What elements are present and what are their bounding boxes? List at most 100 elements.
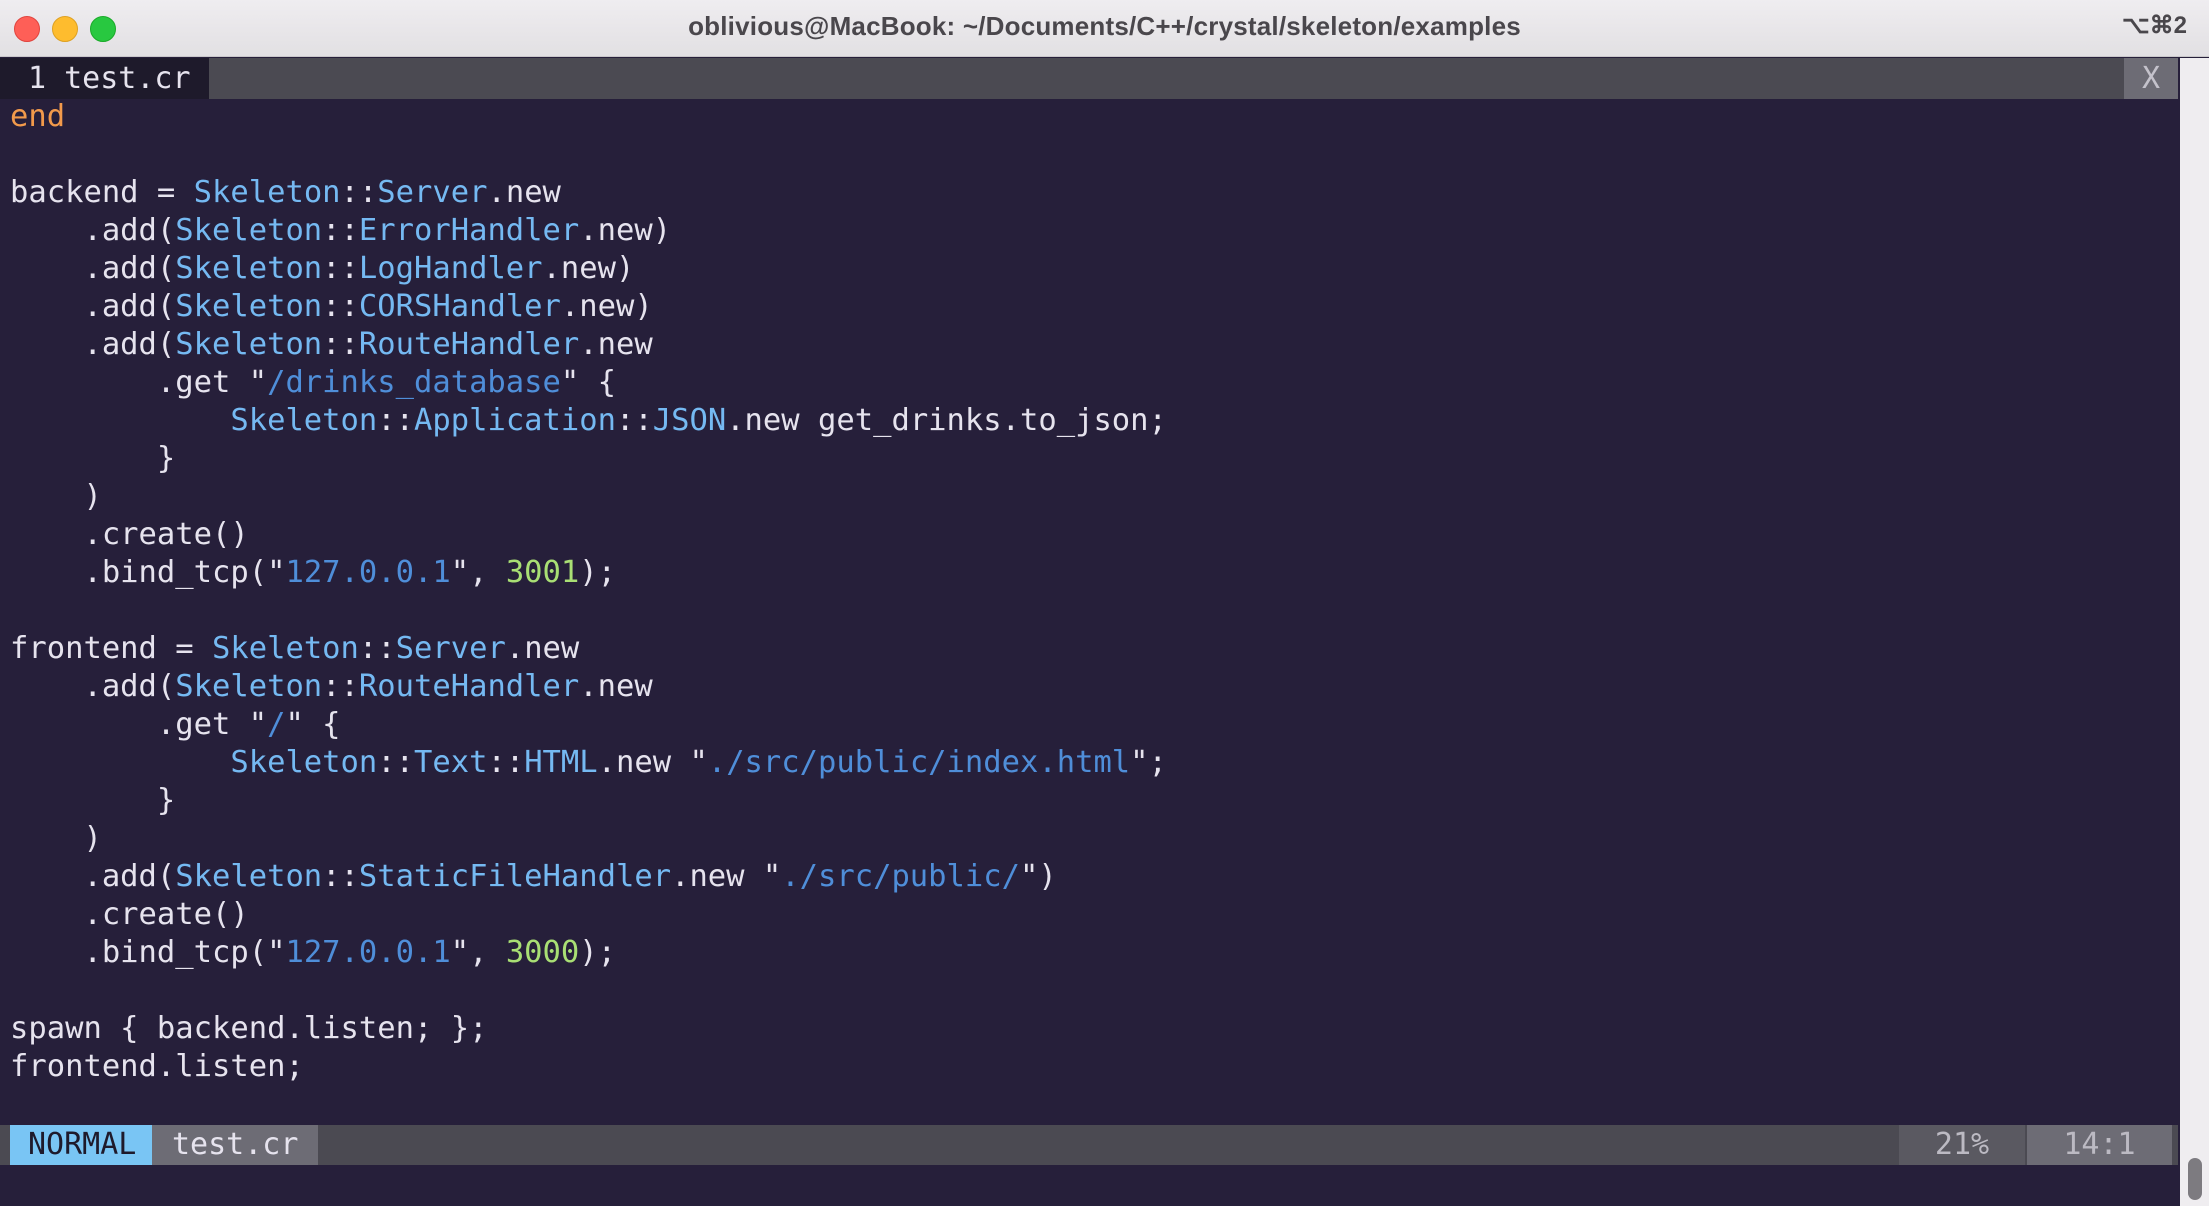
code-line: ) (10, 478, 2170, 516)
code-token: .new) (579, 213, 672, 248)
tab-test-cr[interactable]: 1 test.cr (0, 58, 209, 99)
window-title: oblivious@MacBook: ~/Documents/C++/cryst… (688, 11, 1521, 41)
code-line: Skeleton::Application::JSON.new get_drin… (10, 402, 2170, 440)
code-token: /drinks_database (267, 365, 561, 400)
terminal-window: oblivious@MacBook: ~/Documents/C++/cryst… (0, 0, 2209, 1206)
code-line: .get "/" { (10, 706, 2170, 744)
code-line: .get "/drinks_database" { (10, 364, 2170, 402)
code-token: 3001 (505, 555, 580, 590)
code-token: "; (1130, 745, 1167, 780)
code-token: Text (414, 745, 488, 780)
code-token: backend = (10, 175, 194, 210)
scroll-percent: 21% (1899, 1125, 2025, 1165)
code-editor[interactable]: end backend = Skeleton::Server.new .add(S… (10, 98, 2170, 1118)
code-token: ) (10, 821, 102, 856)
vim-statusline: NORMAL test.cr 21% 14:1 (0, 1125, 2178, 1165)
code-token: :: (358, 631, 396, 666)
code-token: ", (450, 555, 506, 590)
code-token: .new) (542, 251, 635, 286)
scrollbar-track[interactable] (2180, 58, 2209, 1206)
code-token: Skeleton (193, 175, 341, 210)
code-token: .new get_drinks.to_json; (726, 403, 1167, 438)
code-token: .new " (597, 745, 708, 780)
code-token: Skeleton (175, 289, 323, 324)
code-token: Skeleton (230, 745, 378, 780)
code-token: .get " (10, 707, 268, 742)
code-token: .add( (10, 213, 176, 248)
code-token: ) (10, 479, 102, 514)
title-bar[interactable]: oblivious@MacBook: ~/Documents/C++/cryst… (0, 0, 2209, 57)
code-line: } (10, 440, 2170, 478)
code-token: Skeleton (175, 213, 323, 248)
code-token: :: (322, 213, 359, 248)
code-token: 3000 (505, 935, 580, 970)
code-token: .add( (10, 289, 176, 324)
code-token: ", (450, 935, 506, 970)
code-token: Skeleton (175, 251, 323, 286)
scrollbar-thumb[interactable] (2188, 1158, 2202, 1200)
code-token: Server (395, 631, 506, 666)
code-line: .add(Skeleton::RouteHandler.new (10, 668, 2170, 706)
code-token: .add( (10, 669, 176, 704)
code-token: .create() (10, 897, 249, 932)
status-filename: test.cr (152, 1125, 319, 1165)
code-token: :: (322, 669, 359, 704)
code-line: .add(Skeleton::StaticFileHandler.new "./… (10, 858, 2170, 896)
code-line: frontend = Skeleton::Server.new (10, 630, 2170, 668)
code-token: :: (377, 403, 414, 438)
code-token: .bind_tcp(" (10, 935, 286, 970)
mode-indicator: NORMAL (10, 1125, 155, 1165)
code-token: :: (377, 745, 414, 780)
code-token: .add( (10, 859, 176, 894)
code-token: :: (322, 327, 359, 362)
code-token: .new) (560, 289, 653, 324)
code-token: :: (487, 745, 525, 780)
code-token: .new (487, 175, 561, 210)
code-token: StaticFileHandler (358, 859, 672, 894)
code-token: .add( (10, 251, 176, 286)
cursor-position: 14:1 (2027, 1125, 2172, 1165)
code-token: " { (560, 365, 616, 400)
code-token: Skeleton (230, 403, 378, 438)
code-token: Skeleton (212, 631, 359, 666)
code-token: .create() (10, 517, 249, 552)
code-line: frontend.listen; (10, 1048, 2170, 1086)
code-token: 127.0.0.1 (285, 555, 451, 590)
code-token: ErrorHandler (358, 213, 580, 248)
code-token: JSON (652, 403, 727, 438)
code-token: LogHandler (358, 251, 543, 286)
code-token: 127.0.0.1 (285, 935, 451, 970)
code-line: .add(Skeleton::CORSHandler.new) (10, 288, 2170, 326)
code-line: Skeleton::Text::HTML.new "./src/public/i… (10, 744, 2170, 782)
code-token: .new (579, 669, 653, 704)
code-line: .add(Skeleton::ErrorHandler.new) (10, 212, 2170, 250)
tab-close-button[interactable]: X (2124, 58, 2178, 99)
code-token: Skeleton (175, 859, 323, 894)
code-token: :: (616, 403, 653, 438)
code-token: :: (322, 859, 359, 894)
code-token: ); (579, 935, 616, 970)
code-token: Skeleton (175, 327, 323, 362)
code-line: } (10, 782, 2170, 820)
code-token: / (267, 707, 286, 742)
code-token: frontend = (10, 631, 212, 666)
code-token: ); (579, 555, 616, 590)
code-token: .bind_tcp(" (10, 555, 286, 590)
code-line: .bind_tcp("127.0.0.1", 3001); (10, 554, 2170, 592)
code-line: .add(Skeleton::RouteHandler.new (10, 326, 2170, 364)
code-token: .new (505, 631, 580, 666)
code-line: spawn { backend.listen; }; (10, 1010, 2170, 1048)
code-line: backend = Skeleton::Server.new (10, 174, 2170, 212)
code-token: :: (340, 175, 378, 210)
code-token: ./src/public/ (781, 859, 1020, 894)
code-token: Skeleton (175, 669, 323, 704)
code-token: CORSHandler (358, 289, 561, 324)
code-token: } (10, 441, 176, 476)
code-token: .new " (671, 859, 782, 894)
vim-tabline: 1 test.cr X (0, 58, 2178, 99)
